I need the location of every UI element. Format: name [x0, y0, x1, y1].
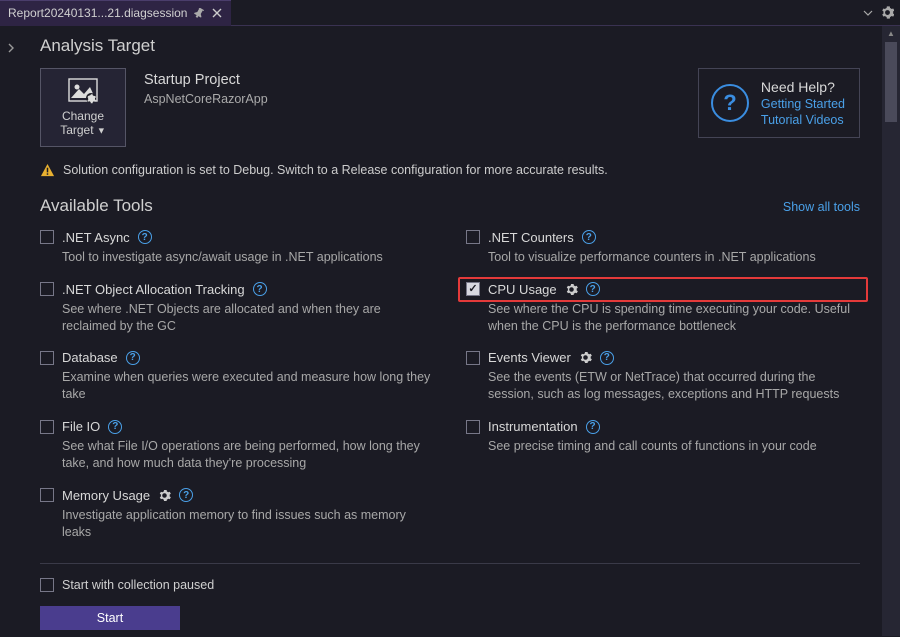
title-bar: Report20240131...21.diagsession	[0, 0, 900, 26]
tool-name-database: Database	[62, 350, 118, 365]
tool-checkbox-instrumentation[interactable]	[466, 420, 480, 434]
tool-checkbox-events-viewer[interactable]	[466, 351, 480, 365]
startup-project-title: Startup Project	[144, 72, 268, 88]
tool-checkbox-file-io[interactable]	[40, 420, 54, 434]
tool-name-file-io: File IO	[62, 419, 100, 434]
info-icon[interactable]: ?	[586, 282, 600, 296]
tool-name-net-async: .NET Async	[62, 230, 130, 245]
tool-name-instrumentation: Instrumentation	[488, 419, 578, 434]
tool-description: Examine when queries were executed and m…	[40, 369, 434, 403]
settings-gear-icon[interactable]	[881, 6, 894, 19]
tool-checkbox-net-object-allocation-tracking[interactable]	[40, 282, 54, 296]
tool-description: See what File I/O operations are being p…	[40, 438, 434, 472]
info-icon[interactable]: ?	[600, 351, 614, 365]
tool-description: Investigate application memory to find i…	[40, 507, 434, 541]
info-icon[interactable]: ?	[582, 230, 596, 244]
tool-checkbox-cpu-usage[interactable]	[466, 282, 480, 296]
change-target-button[interactable]: Change Target ▼	[40, 68, 126, 147]
window-dropdown-icon[interactable]	[863, 8, 873, 18]
info-icon[interactable]: ?	[138, 230, 152, 244]
target-row: Change Target ▼ Startup Project AspNetCo…	[40, 68, 860, 147]
tools-grid: .NET Async? Tool to investigate async/awa…	[40, 230, 860, 541]
tool-name-cpu-usage: CPU Usage	[488, 282, 557, 297]
target-image-icon	[67, 77, 99, 105]
main-content: Analysis Target Change Target ▼ Startup …	[0, 26, 900, 637]
tab-title: Report20240131...21.diagsession	[8, 6, 187, 20]
tool-description: See precise timing and call counts of fu…	[466, 438, 860, 455]
pin-icon[interactable]	[193, 7, 205, 19]
tool-description: Tool to visualize performance counters i…	[466, 249, 860, 266]
info-icon[interactable]: ?	[108, 420, 122, 434]
tool-net-async: .NET Async? Tool to investigate async/awa…	[40, 230, 434, 266]
tool-checkbox-database[interactable]	[40, 351, 54, 365]
tool-instrumentation: Instrumentation? See precise timing and c…	[466, 419, 860, 455]
tool-name-net-object-allocation-tracking: .NET Object Allocation Tracking	[62, 282, 245, 297]
tool-checkbox-net-counters[interactable]	[466, 230, 480, 244]
warning-row: Solution configuration is set to Debug. …	[40, 163, 860, 178]
start-paused-label: Start with collection paused	[62, 578, 214, 592]
tool-net-counters: .NET Counters? Tool to visualize performa…	[466, 230, 860, 266]
start-paused-checkbox[interactable]	[40, 578, 54, 592]
tool-description: See where the CPU is spending time execu…	[466, 301, 860, 335]
analysis-target-heading: Analysis Target	[40, 36, 860, 56]
tool-net-object-allocation-tracking: .NET Object Allocation Tracking? See wher…	[40, 282, 434, 335]
getting-started-link[interactable]: Getting Started	[761, 97, 845, 111]
help-question-icon: ?	[711, 84, 749, 122]
tool-events-viewer: Events Viewer? See the events (ETW or Net…	[466, 350, 860, 403]
startup-project-name: AspNetCoreRazorApp	[144, 92, 268, 106]
tool-name-net-counters: .NET Counters	[488, 230, 574, 245]
close-icon[interactable]	[211, 7, 223, 19]
tool-description: See the events (ETW or NetTrace) that oc…	[466, 369, 860, 403]
info-icon[interactable]: ?	[126, 351, 140, 365]
divider	[40, 563, 860, 564]
tool-name-memory-usage: Memory Usage	[62, 488, 150, 503]
help-heading: Need Help?	[761, 79, 845, 95]
tool-memory-usage: Memory Usage? Investigate application mem…	[40, 488, 434, 541]
info-icon[interactable]: ?	[179, 488, 193, 502]
tool-checkbox-net-async[interactable]	[40, 230, 54, 244]
help-panel: ? Need Help? Getting Started Tutorial Vi…	[698, 68, 860, 138]
tool-description: See where .NET Objects are allocated and…	[40, 301, 434, 335]
available-tools-heading: Available Tools	[40, 196, 153, 216]
change-target-label: Change Target ▼	[60, 109, 106, 138]
tool-description: Tool to investigate async/await usage in…	[40, 249, 434, 266]
info-icon[interactable]: ?	[586, 420, 600, 434]
tool-checkbox-memory-usage[interactable]	[40, 488, 54, 502]
document-tab[interactable]: Report20240131...21.diagsession	[0, 0, 231, 26]
tool-cpu-usage: CPU Usage? See where the CPU is spending …	[466, 282, 860, 335]
warning-text: Solution configuration is set to Debug. …	[63, 163, 608, 177]
tool-name-events-viewer: Events Viewer	[488, 350, 571, 365]
show-all-tools-link[interactable]: Show all tools	[783, 200, 860, 214]
start-button[interactable]: Start	[40, 606, 180, 630]
tool-settings-gear-icon[interactable]	[158, 489, 171, 502]
tutorial-videos-link[interactable]: Tutorial Videos	[761, 113, 845, 127]
info-icon[interactable]: ?	[253, 282, 267, 296]
warning-icon	[40, 163, 55, 178]
tool-file-io: File IO? See what File I/O operations are…	[40, 419, 434, 472]
tool-settings-gear-icon[interactable]	[579, 351, 592, 364]
tool-database: Database? Examine when queries were execu…	[40, 350, 434, 403]
tool-settings-gear-icon[interactable]	[565, 283, 578, 296]
